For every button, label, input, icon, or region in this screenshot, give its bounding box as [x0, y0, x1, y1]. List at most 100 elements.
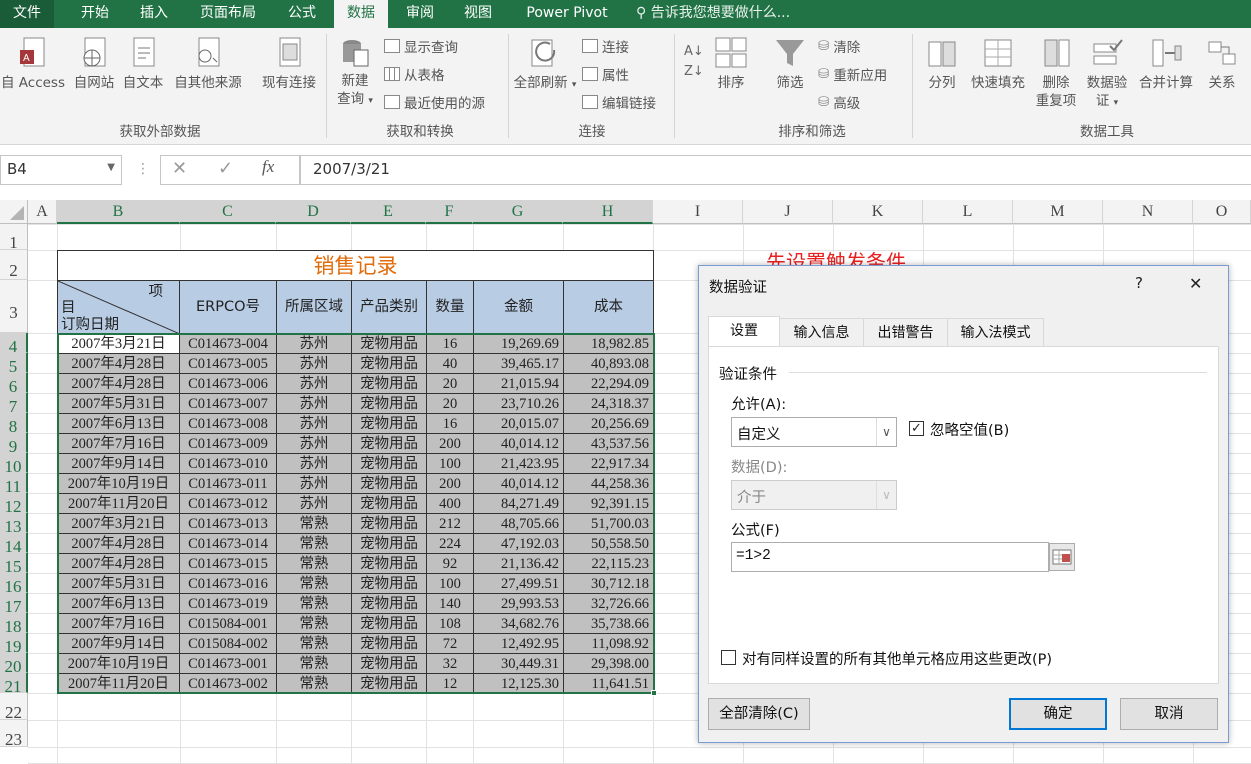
- table-cell[interactable]: 39,465.17: [473, 353, 564, 374]
- column-header-d[interactable]: D: [276, 200, 351, 224]
- table-cell[interactable]: 常熟: [276, 613, 352, 634]
- help-button[interactable]: ?: [1135, 274, 1143, 292]
- table-cell[interactable]: 92: [426, 553, 474, 574]
- table-cell[interactable]: 100: [426, 453, 474, 474]
- table-cell[interactable]: 20: [426, 393, 474, 414]
- reapply-button[interactable]: ⛁ 重新应用: [818, 64, 887, 84]
- table-cell[interactable]: 常熟: [276, 533, 352, 554]
- table-cell[interactable]: 常熟: [276, 673, 352, 694]
- consolidate-button[interactable]: 合并计算: [1134, 36, 1198, 92]
- table-cell[interactable]: 常熟: [276, 593, 352, 614]
- table-cell[interactable]: 2007年7月16日: [57, 433, 180, 454]
- table-cell[interactable]: C014673-009: [179, 433, 277, 454]
- advanced-filter-button[interactable]: ⛁ 高级: [818, 92, 860, 112]
- table-cell[interactable]: 22,115.23: [563, 553, 654, 574]
- insert-function-icon[interactable]: fx: [262, 157, 274, 177]
- table-cell[interactable]: C014673-011: [179, 473, 277, 494]
- table-cell[interactable]: C014673-015: [179, 553, 277, 574]
- table-cell[interactable]: 2007年10月19日: [57, 473, 180, 494]
- column-header-a[interactable]: A: [28, 200, 57, 224]
- table-cell[interactable]: C014673-012: [179, 493, 277, 514]
- table-cell[interactable]: 47,192.03: [473, 533, 564, 554]
- table-cell[interactable]: 宠物用品: [351, 473, 427, 494]
- table-cell[interactable]: 32,726.66: [563, 593, 654, 614]
- table-cell[interactable]: 常熟: [276, 633, 352, 654]
- table-cell[interactable]: 400: [426, 493, 474, 514]
- table-cell[interactable]: 常熟: [276, 553, 352, 574]
- table-cell[interactable]: 2007年11月20日: [57, 673, 180, 694]
- column-header-l[interactable]: L: [923, 200, 1013, 224]
- row-header[interactable]: 13: [0, 513, 28, 536]
- text-to-columns-button[interactable]: 分列: [918, 36, 966, 92]
- sort-az-icon[interactable]: A↓ Z↓: [684, 42, 704, 82]
- table-cell[interactable]: 苏州: [276, 393, 352, 414]
- table-cell[interactable]: 宠物用品: [351, 373, 427, 394]
- table-cell[interactable]: 92,391.15: [563, 493, 654, 514]
- table-cell[interactable]: C014673-006: [179, 373, 277, 394]
- table-cell[interactable]: 2007年9月14日: [57, 453, 180, 474]
- tab-formulas[interactable]: 公式: [276, 0, 328, 28]
- table-cell[interactable]: 16: [426, 413, 474, 434]
- table-cell[interactable]: C014673-019: [179, 593, 277, 614]
- table-cell[interactable]: 27,499.51: [473, 573, 564, 594]
- row-header[interactable]: 21: [0, 673, 28, 696]
- tab-page-layout[interactable]: 页面布局: [186, 0, 270, 28]
- table-cell[interactable]: 2007年5月31日: [57, 573, 180, 594]
- table-cell[interactable]: 2007年6月13日: [57, 413, 180, 434]
- table-cell[interactable]: 11,098.92: [563, 633, 654, 654]
- enter-icon[interactable]: ✓: [218, 158, 233, 179]
- table-cell[interactable]: 34,682.76: [473, 613, 564, 634]
- table-cell[interactable]: 2007年4月28日: [57, 533, 180, 554]
- formula-field[interactable]: =1>2: [731, 542, 1049, 572]
- column-header-b[interactable]: B: [57, 200, 180, 224]
- new-query-button[interactable]: 新建 查询 ▾: [332, 36, 378, 110]
- table-cell[interactable]: 宠物用品: [351, 533, 427, 554]
- table-cell[interactable]: 22,917.34: [563, 453, 654, 474]
- table-cell[interactable]: 20: [426, 373, 474, 394]
- from-other-sources-button[interactable]: 自其他来源: [168, 36, 248, 92]
- tab-insert[interactable]: 插入: [128, 0, 180, 28]
- table-cell[interactable]: 2007年11月20日: [57, 493, 180, 514]
- table-cell[interactable]: 宠物用品: [351, 333, 427, 354]
- tab-view[interactable]: 视图: [452, 0, 504, 28]
- tab-ime-mode[interactable]: 输入法模式: [947, 318, 1044, 347]
- table-cell[interactable]: 29,993.53: [473, 593, 564, 614]
- table-cell[interactable]: 140: [426, 593, 474, 614]
- row-header[interactable]: 18: [0, 613, 28, 636]
- row-header[interactable]: 14: [0, 533, 28, 556]
- table-cell[interactable]: 12: [426, 673, 474, 694]
- row-header[interactable]: 10: [0, 453, 28, 476]
- table-cell[interactable]: 100: [426, 573, 474, 594]
- table-cell[interactable]: 224: [426, 533, 474, 554]
- table-cell[interactable]: 常熟: [276, 573, 352, 594]
- tab-input-message[interactable]: 输入信息: [779, 318, 864, 347]
- row-header[interactable]: 22: [0, 693, 28, 722]
- row-header[interactable]: 4: [0, 333, 28, 356]
- range-picker-button[interactable]: [1049, 543, 1075, 571]
- table-cell[interactable]: 43,537.56: [563, 433, 654, 454]
- table-cell[interactable]: 200: [426, 473, 474, 494]
- ok-button[interactable]: 确定: [1009, 698, 1107, 730]
- table-cell[interactable]: 苏州: [276, 333, 352, 354]
- connections-button[interactable]: 连接: [582, 36, 629, 56]
- table-cell[interactable]: 40,893.08: [563, 353, 654, 374]
- table-cell[interactable]: 宠物用品: [351, 513, 427, 534]
- table-cell[interactable]: 24,318.37: [563, 393, 654, 414]
- row-header[interactable]: 3: [0, 280, 28, 333]
- from-text-button[interactable]: 自文本: [118, 36, 168, 92]
- table-cell[interactable]: 苏州: [276, 433, 352, 454]
- table-cell[interactable]: 宠物用品: [351, 393, 427, 414]
- row-header[interactable]: 2: [0, 250, 28, 280]
- table-cell[interactable]: C014673-008: [179, 413, 277, 434]
- row-header[interactable]: 1: [0, 224, 28, 252]
- table-cell[interactable]: 40,014.12: [473, 473, 564, 494]
- table-cell[interactable]: 宠物用品: [351, 453, 427, 474]
- refresh-all-button[interactable]: 全部刷新 ▾: [512, 36, 578, 94]
- edit-links-button[interactable]: 编辑链接: [582, 92, 656, 112]
- from-access-button[interactable]: A 自 Access: [0, 36, 66, 92]
- table-cell[interactable]: C014673-013: [179, 513, 277, 534]
- tab-data[interactable]: 数据: [334, 0, 388, 28]
- table-cell[interactable]: 32: [426, 653, 474, 674]
- row-header[interactable]: 17: [0, 593, 28, 616]
- table-cell[interactable]: 宠物用品: [351, 433, 427, 454]
